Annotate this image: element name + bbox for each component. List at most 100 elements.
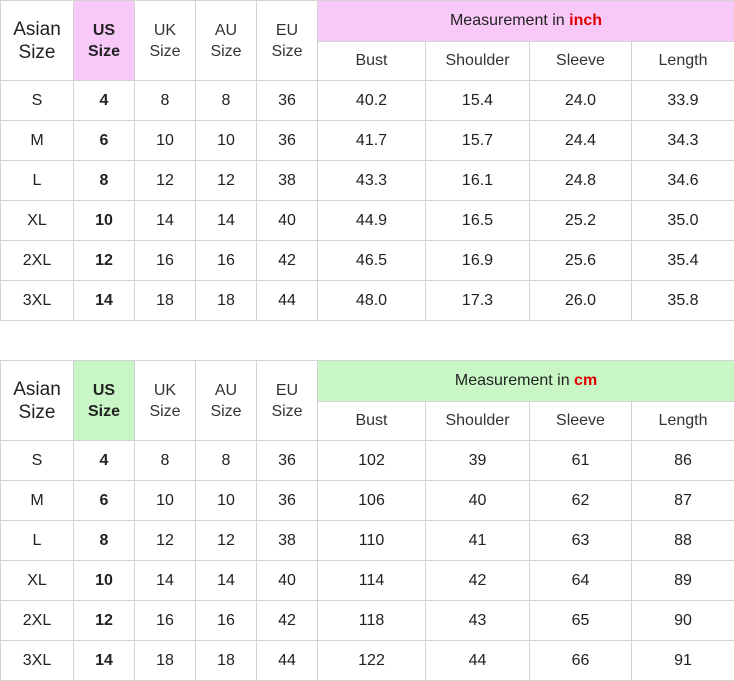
sleeve-cell: 26.0 — [529, 280, 632, 321]
eu-size-header-line2: Size — [271, 402, 303, 420]
bust-cell: 102 — [317, 440, 426, 481]
asian-size-header-line1: Asian — [13, 378, 61, 400]
bust-cell: 44.9 — [317, 200, 426, 241]
us-size-cell: 10 — [73, 560, 135, 601]
us-size-header: US Size — [73, 360, 135, 441]
au-size-header-line2: Size — [210, 402, 242, 420]
uk-size-cell: 12 — [134, 520, 196, 561]
header-row: Asian Size US Size UK Size AU Size EU Si… — [0, 0, 734, 81]
length-cell: 91 — [630, 640, 734, 681]
au-size-cell: 18 — [195, 640, 257, 681]
us-size-cell: 4 — [73, 440, 135, 481]
shoulder-cell: 16.1 — [425, 160, 530, 201]
uk-size-header-line1: UK — [153, 381, 177, 399]
shoulder-cell: 15.4 — [425, 80, 530, 121]
uk-size-cell: 14 — [134, 560, 196, 601]
shoulder-header: Shoulder — [425, 401, 530, 441]
sleeve-cell: 64 — [529, 560, 632, 601]
shoulder-cell: 41 — [425, 520, 530, 561]
eu-size-header-line2: Size — [271, 42, 303, 60]
shoulder-cell: 15.7 — [425, 120, 530, 161]
sleeve-header: Sleeve — [529, 41, 632, 81]
bust-cell: 106 — [317, 480, 426, 521]
table-row: M 6 10 10 36 41.7 15.7 24.4 34.3 — [0, 120, 734, 161]
bust-cell: 43.3 — [317, 160, 426, 201]
asian-size-cell: M — [0, 480, 74, 521]
eu-size-cell: 42 — [256, 600, 318, 641]
shoulder-header: Shoulder — [425, 41, 530, 81]
length-cell: 35.8 — [631, 280, 734, 321]
bust-cell: 41.7 — [317, 120, 426, 161]
size-chart-cm-table: Asian Size US Size UK Size AU Size EU Si… — [0, 360, 734, 681]
us-size-cell: 8 — [73, 520, 135, 561]
au-size-cell: 8 — [195, 80, 257, 121]
au-size-header: AU Size — [195, 0, 257, 81]
uk-size-cell: 8 — [134, 80, 196, 121]
asian-size-header: Asian Size — [0, 360, 74, 441]
us-size-cell: 10 — [73, 200, 135, 241]
sleeve-cell: 24.4 — [529, 120, 632, 161]
eu-size-cell: 36 — [256, 440, 318, 481]
asian-size-cell: 3XL — [0, 280, 74, 321]
au-size-cell: 14 — [195, 560, 257, 601]
bust-cell: 40.2 — [317, 80, 426, 121]
table-row: 2XL 12 16 16 42 118 43 65 90 — [0, 600, 734, 641]
uk-size-cell: 16 — [134, 600, 196, 641]
au-size-header-line1: AU — [214, 21, 238, 39]
uk-size-header-line2: Size — [149, 402, 181, 420]
us-size-cell: 4 — [73, 80, 135, 121]
table-row: 3XL 14 18 18 44 48.0 17.3 26.0 35.8 — [0, 280, 734, 321]
eu-size-cell: 38 — [256, 160, 318, 201]
table-row: L 8 12 12 38 43.3 16.1 24.8 34.6 — [0, 160, 734, 201]
eu-size-header: EU Size — [256, 360, 318, 441]
shoulder-cell: 17.3 — [425, 280, 530, 321]
us-size-header-line2: Size — [87, 402, 120, 420]
sleeve-cell: 25.2 — [529, 200, 632, 241]
measurement-prefix: Measurement in — [454, 372, 575, 389]
eu-size-cell: 40 — [256, 200, 318, 241]
asian-size-cell: 2XL — [0, 240, 74, 281]
length-cell: 34.6 — [631, 160, 734, 201]
asian-size-cell: XL — [0, 560, 74, 601]
length-cell: 34.3 — [631, 120, 734, 161]
us-size-cell: 12 — [73, 600, 135, 641]
asian-size-header: Asian Size — [0, 0, 74, 81]
sleeve-cell: 24.0 — [529, 80, 632, 121]
us-size-cell: 6 — [73, 120, 135, 161]
us-size-cell: 14 — [73, 280, 135, 321]
length-header: Length — [630, 401, 734, 441]
au-size-header-line1: AU — [214, 381, 238, 399]
table-row: S 4 8 8 36 40.2 15.4 24.0 33.9 — [0, 80, 734, 121]
bust-cell: 114 — [317, 560, 426, 601]
us-size-cell: 8 — [73, 160, 135, 201]
au-size-cell: 12 — [195, 160, 257, 201]
uk-size-header: UK Size — [134, 360, 196, 441]
length-cell: 33.9 — [631, 80, 734, 121]
uk-size-cell: 10 — [134, 120, 196, 161]
us-size-header-line1: US — [92, 381, 116, 399]
us-size-cell: 14 — [73, 640, 135, 681]
uk-size-cell: 8 — [134, 440, 196, 481]
bust-cell: 48.0 — [317, 280, 426, 321]
sleeve-cell: 63 — [529, 520, 632, 561]
eu-size-cell: 42 — [256, 240, 318, 281]
au-size-header: AU Size — [195, 360, 257, 441]
uk-size-cell: 12 — [134, 160, 196, 201]
asian-size-cell: L — [0, 520, 74, 561]
uk-size-cell: 18 — [134, 280, 196, 321]
shoulder-cell: 16.9 — [425, 240, 530, 281]
eu-size-header-line1: EU — [275, 381, 299, 399]
measurement-unit-cm: cm — [574, 372, 598, 389]
table-row: 2XL 12 16 16 42 46.5 16.9 25.6 35.4 — [0, 240, 734, 281]
uk-size-header-line1: UK — [153, 21, 177, 39]
au-size-cell: 16 — [195, 240, 257, 281]
table-row: XL 10 14 14 40 44.9 16.5 25.2 35.0 — [0, 200, 734, 241]
asian-size-cell: 3XL — [0, 640, 74, 681]
eu-size-cell: 40 — [256, 560, 318, 601]
asian-size-cell: M — [0, 120, 74, 161]
au-size-header-line2: Size — [210, 42, 242, 60]
asian-size-cell: S — [0, 440, 74, 481]
us-size-header-line2: Size — [87, 42, 120, 60]
bust-cell: 118 — [317, 600, 426, 641]
shoulder-cell: 42 — [425, 560, 530, 601]
